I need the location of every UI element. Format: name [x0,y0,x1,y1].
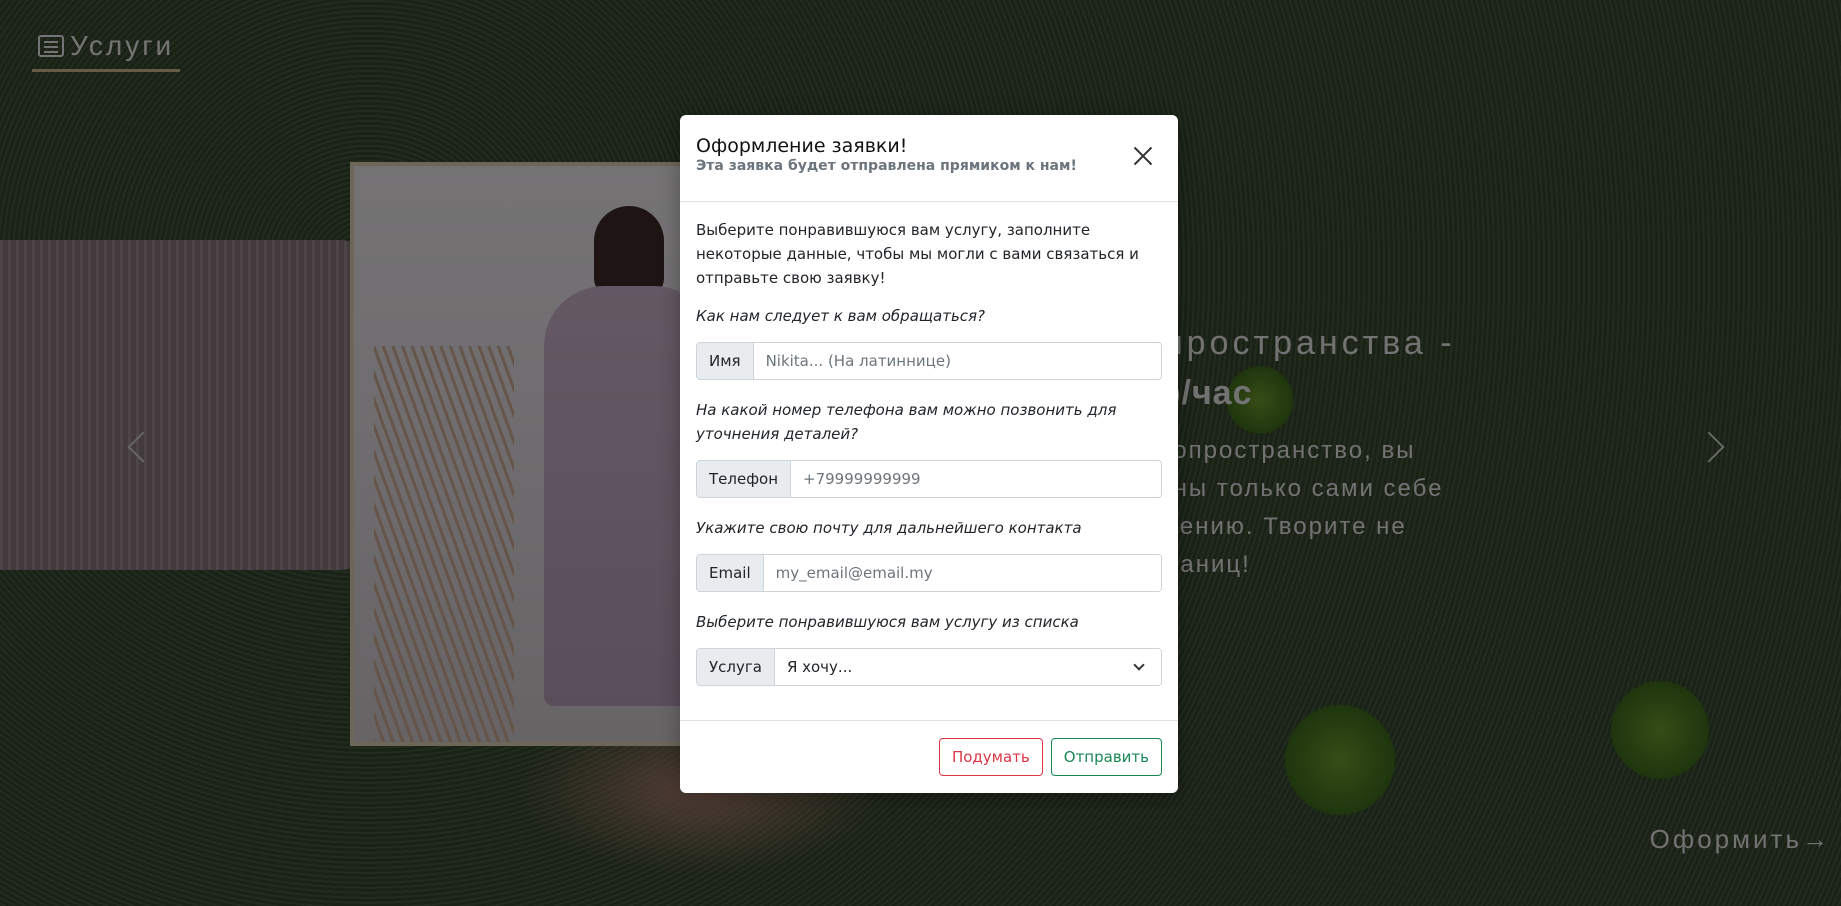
modal-body: Выберите понравившуюся вам услугу, запол… [680,202,1178,721]
service-input-group: Услуга Я хочу... [696,648,1162,686]
modal-title: Оформление заявки! [696,135,908,157]
modal-subtitle: Эта заявка будет отправлена прямиком к н… [696,158,1077,174]
service-label: Услуга [697,649,775,685]
service-selected-value: Я хочу... [786,658,853,676]
order-modal: Оформление заявки! Эта заявка будет отпр… [680,115,1178,793]
service-select[interactable]: Я хочу... [775,649,1161,685]
think-button[interactable]: Подумать [938,737,1043,776]
email-label: Email [697,555,764,591]
phone-question: На какой номер телефона вам можно позвон… [696,401,1117,443]
submit-button[interactable]: Отправить [1050,737,1162,776]
phone-label: Телефон [697,461,792,497]
modal-footer: Подумать Отправить [680,721,1178,792]
modal-intro: Выберите понравившуюся вам услугу, запол… [696,221,1139,287]
close-icon[interactable] [1132,145,1154,167]
name-label: Имя [697,343,754,379]
name-question: Как нам следует к вам обращаться? [696,307,986,325]
modal-header: Оформление заявки! Эта заявка будет отпр… [680,115,1178,202]
name-input[interactable] [753,343,1161,379]
phone-input[interactable] [791,461,1161,497]
chevron-down-icon [1133,659,1145,671]
service-question: Выберите понравившуюся вам услугу из спи… [696,613,1079,631]
email-input[interactable] [763,555,1161,591]
email-question: Укажите свою почту для дальнейшего конта… [696,519,1082,537]
phone-input-group: Телефон [696,460,1162,498]
name-input-group: Имя [696,342,1162,380]
email-input-group: Email [696,554,1162,592]
